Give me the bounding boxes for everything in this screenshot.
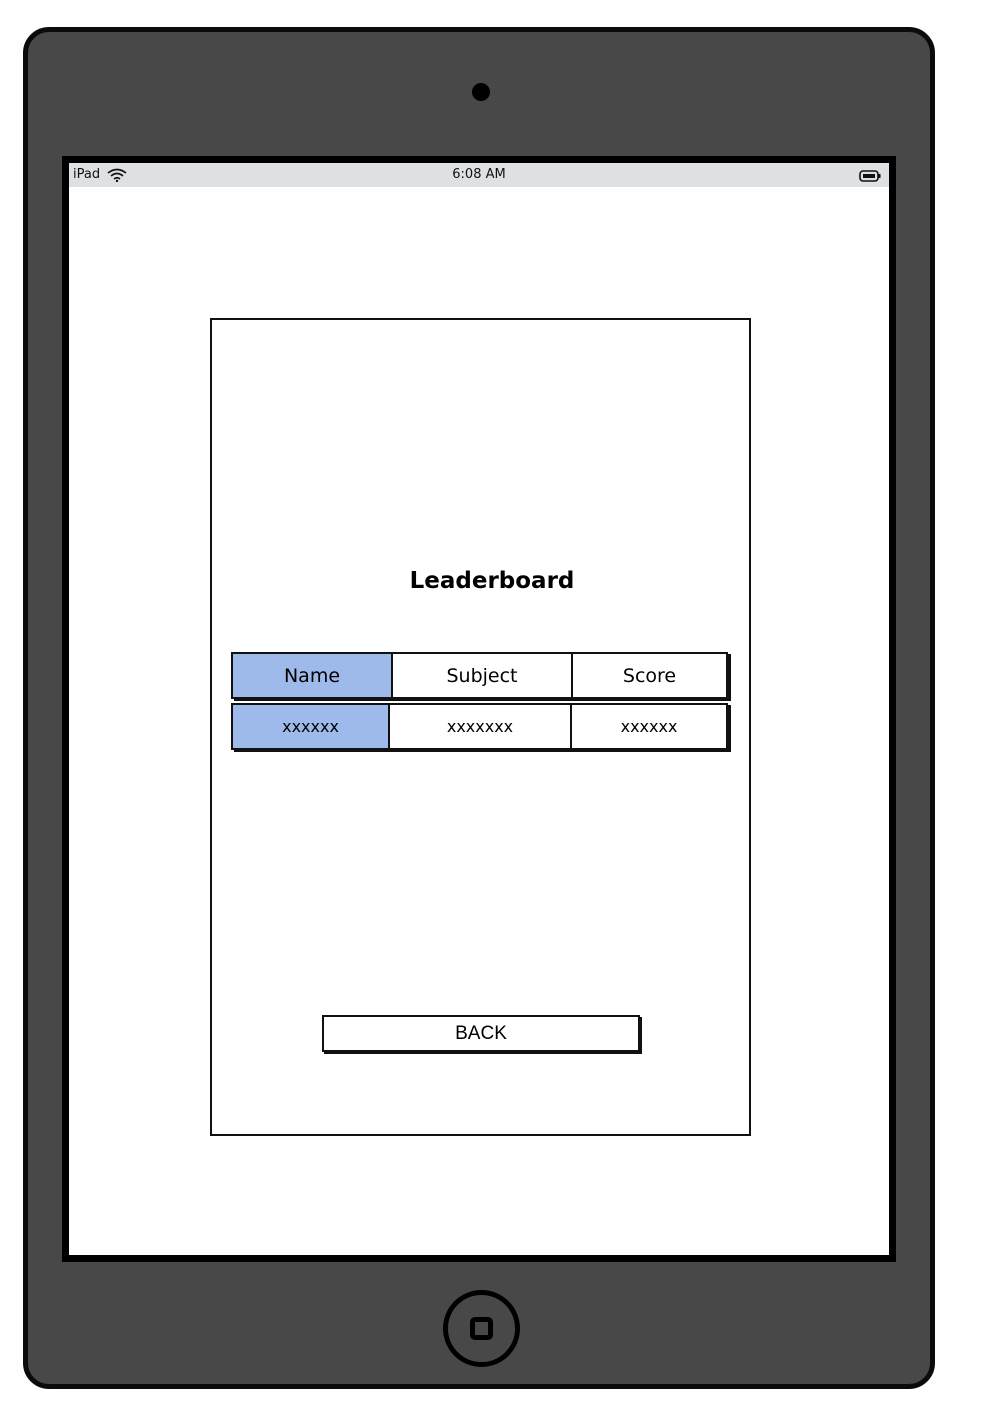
column-header-score[interactable]: Score: [571, 652, 728, 699]
page-title: Leaderboard: [409, 568, 575, 594]
home-button[interactable]: [443, 1290, 520, 1367]
status-bar: iPad 6:08 AM: [69, 163, 889, 187]
home-square-icon: [470, 1317, 493, 1340]
status-time: 6:08 AM: [452, 167, 506, 182]
column-header-name[interactable]: Name: [231, 652, 393, 699]
battery-icon: [859, 170, 881, 182]
back-button[interactable]: BACK: [322, 1015, 640, 1052]
camera-dot: [472, 83, 490, 101]
column-header-subject[interactable]: Subject: [391, 652, 573, 699]
table-cell-score: xxxxxx: [570, 703, 728, 750]
table-cell-subject: xxxxxxx: [388, 703, 572, 750]
table-cell-name: xxxxxx: [231, 703, 390, 750]
